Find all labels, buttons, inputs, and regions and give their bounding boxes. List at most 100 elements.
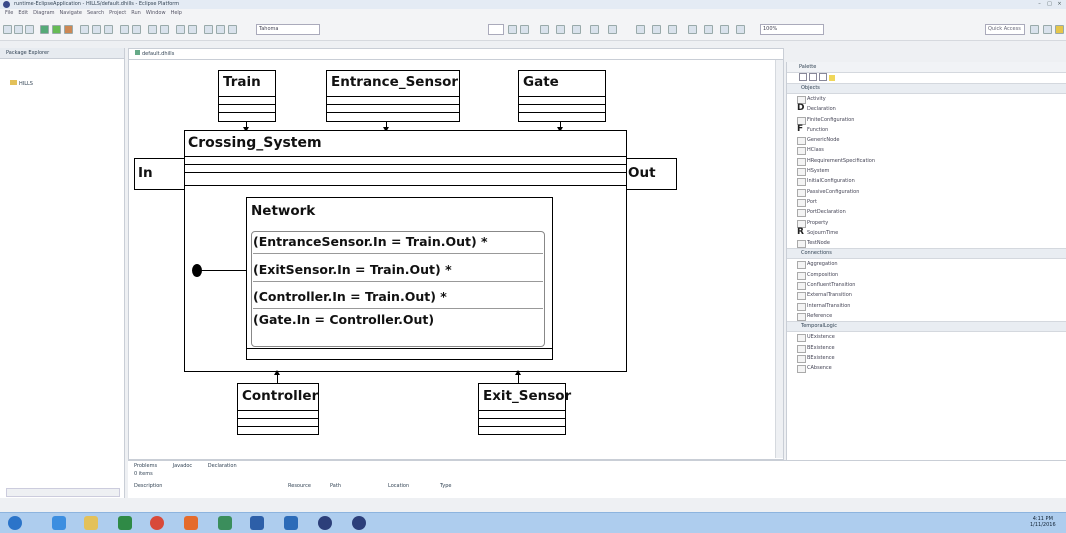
- palette-section-objects[interactable]: Objects: [787, 83, 1066, 94]
- palette-item[interactable]: F Function: [787, 124, 1066, 135]
- palette-item[interactable]: BExistence: [787, 343, 1066, 353]
- explorer-icon[interactable]: [84, 516, 98, 530]
- italic-icon[interactable]: [520, 25, 529, 34]
- palette-item[interactable]: R SojournTime: [787, 227, 1066, 238]
- back-icon[interactable]: [120, 25, 129, 34]
- controller-block[interactable]: Controller: [237, 383, 319, 435]
- palette-section-connections[interactable]: Connections: [787, 248, 1066, 260]
- select-icon[interactable]: [636, 25, 645, 34]
- open-type-icon[interactable]: [92, 25, 101, 34]
- palette-item[interactable]: Aggregation: [787, 259, 1066, 270]
- start-button[interactable]: [8, 516, 22, 530]
- menu-project[interactable]: Project: [109, 9, 126, 18]
- next-annotation-icon[interactable]: [160, 25, 169, 34]
- zoom-out-icon[interactable]: [819, 73, 827, 81]
- open-task-icon[interactable]: [104, 25, 113, 34]
- problems-tab[interactable]: Problems: [134, 463, 157, 469]
- chrome-icon[interactable]: [150, 516, 164, 530]
- out-port[interactable]: Out: [626, 158, 677, 190]
- palette-item[interactable]: D Declaration: [787, 104, 1066, 114]
- search-icon[interactable]: [80, 25, 89, 34]
- column-description[interactable]: Description: [134, 483, 162, 489]
- external-tools-icon[interactable]: [64, 25, 73, 34]
- exit-sensor-block[interactable]: Exit_Sensor: [478, 383, 571, 435]
- editor-vertical-scrollbar[interactable]: [775, 60, 783, 458]
- save-icon[interactable]: [14, 25, 23, 34]
- clock[interactable]: 4:11 PM 1/11/2016: [1030, 516, 1056, 528]
- gate-block[interactable]: Gate: [518, 70, 606, 122]
- editor-tab[interactable]: default.dhills: [129, 49, 783, 60]
- zoom-in-icon[interactable]: [809, 73, 817, 81]
- delete-icon[interactable]: [720, 25, 729, 34]
- forward-icon[interactable]: [132, 25, 141, 34]
- quick-access-field[interactable]: Quick Access: [985, 24, 1025, 35]
- shape-icon[interactable]: [736, 25, 745, 34]
- ie-icon[interactable]: [52, 516, 66, 530]
- font-color-icon[interactable]: [540, 25, 549, 34]
- menu-edit[interactable]: Edit: [18, 9, 28, 18]
- palette-item[interactable]: PortDeclaration: [787, 207, 1066, 218]
- open-perspective-icon[interactable]: [1030, 25, 1039, 34]
- close-button[interactable]: ×: [1055, 1, 1064, 8]
- palette-item[interactable]: ConfluentTransition: [787, 280, 1066, 291]
- palette-item[interactable]: HRequirementSpecification: [787, 156, 1066, 166]
- pin-shape-icon[interactable]: [704, 25, 713, 34]
- print-icon[interactable]: [25, 25, 34, 34]
- palette-item[interactable]: FiniteConfiguration: [787, 115, 1066, 125]
- palette-item[interactable]: PassiveConfiguration: [787, 187, 1066, 197]
- prev-annotation-icon[interactable]: [148, 25, 157, 34]
- palette-item[interactable]: BExistence: [787, 353, 1066, 363]
- column-resource[interactable]: Resource: [288, 483, 311, 489]
- palette-item[interactable]: HClass: [787, 145, 1066, 156]
- arrange-all-icon[interactable]: [668, 25, 677, 34]
- network-statement[interactable]: (ExitSensor.In = Train.Out) *: [253, 259, 543, 282]
- java-perspective-icon[interactable]: [1043, 25, 1052, 34]
- palette-item[interactable]: CAbsence: [787, 363, 1066, 374]
- project-tree-item[interactable]: HILLS: [10, 80, 33, 87]
- palette-item[interactable]: TestNode: [787, 238, 1066, 249]
- new-icon[interactable]: [3, 25, 12, 34]
- eclipse-icon[interactable]: [318, 516, 332, 530]
- palette-header[interactable]: Palette: [787, 62, 1066, 73]
- package-explorer-tab[interactable]: Package Explorer: [0, 48, 124, 59]
- column-type[interactable]: Type: [440, 483, 451, 489]
- excel-icon[interactable]: [118, 516, 132, 530]
- bold-icon[interactable]: [508, 25, 517, 34]
- column-location[interactable]: Location: [388, 483, 409, 489]
- note-icon[interactable]: [829, 75, 835, 81]
- menu-help[interactable]: Help: [171, 9, 182, 18]
- palette-item[interactable]: HSystem: [787, 166, 1066, 177]
- sheets-icon[interactable]: [218, 516, 232, 530]
- menu-window[interactable]: Window: [146, 9, 166, 18]
- align-icon[interactable]: [652, 25, 661, 34]
- app-icon[interactable]: [184, 516, 198, 530]
- palette-section-temporal-logic[interactable]: TemporalLogic: [787, 321, 1066, 333]
- palette-item[interactable]: InitialConfiguration: [787, 176, 1066, 187]
- pin-icon[interactable]: [188, 25, 197, 34]
- font-combo[interactable]: Tahoma: [256, 24, 320, 35]
- filter-icon[interactable]: [216, 25, 225, 34]
- train-block[interactable]: Train: [218, 70, 276, 122]
- horizontal-scrollbar[interactable]: [6, 488, 120, 497]
- palette-item[interactable]: GenericNode: [787, 135, 1066, 146]
- palette-item[interactable]: ExternalTransition: [787, 290, 1066, 301]
- menu-file[interactable]: File: [5, 9, 13, 18]
- palette-item[interactable]: Reference: [787, 311, 1066, 321]
- palette-item[interactable]: Property: [787, 218, 1066, 228]
- minimize-button[interactable]: –: [1035, 1, 1044, 8]
- auto-size-icon[interactable]: [688, 25, 697, 34]
- layer-icon[interactable]: [204, 25, 213, 34]
- outlook-icon[interactable]: [284, 516, 298, 530]
- palette-item[interactable]: Activity: [787, 94, 1066, 104]
- run-icon[interactable]: [52, 25, 61, 34]
- menu-navigate[interactable]: Navigate: [60, 9, 82, 18]
- debug-icon[interactable]: [40, 25, 49, 34]
- palette-item[interactable]: Port: [787, 197, 1066, 207]
- network-statement[interactable]: (Gate.In = Controller.Out): [253, 309, 543, 331]
- column-path[interactable]: Path: [330, 483, 341, 489]
- fill-color-icon[interactable]: [556, 25, 565, 34]
- in-port[interactable]: In: [134, 158, 185, 190]
- palette-item[interactable]: Composition: [787, 270, 1066, 280]
- menu-search[interactable]: Search: [87, 9, 104, 18]
- zoom-combo[interactable]: 100%: [760, 24, 824, 35]
